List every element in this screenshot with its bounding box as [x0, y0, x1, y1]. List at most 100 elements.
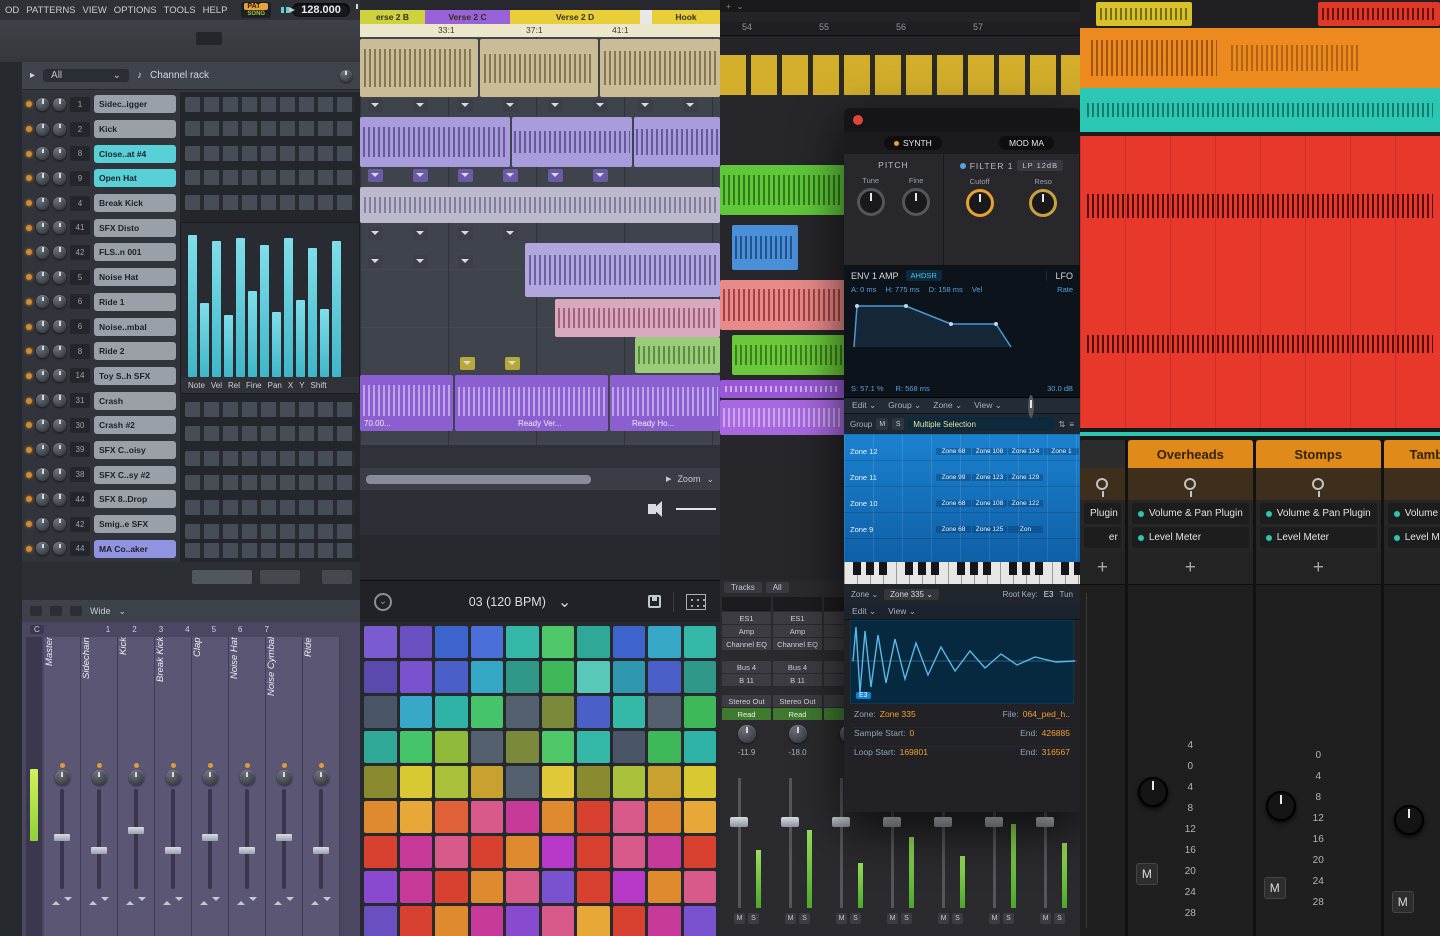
- channel-led[interactable]: [26, 324, 32, 330]
- mixer-track-label[interactable]: Clap: [192, 637, 228, 761]
- graph-target-label[interactable]: Y: [299, 381, 304, 390]
- channel-fader[interactable]: [722, 778, 771, 908]
- clip-pad[interactable]: [400, 836, 433, 868]
- zone-cell[interactable]: Zone 122: [1008, 500, 1043, 507]
- fader-handle[interactable]: [985, 817, 1003, 827]
- chevron-down-icon[interactable]: ⌄: [737, 2, 744, 11]
- clip-pad[interactable]: [400, 661, 433, 693]
- mixer-strip-led[interactable]: [60, 763, 65, 768]
- channel-volume-knob[interactable]: [53, 542, 66, 555]
- mixer-strip[interactable]: Noise Hat: [229, 637, 266, 936]
- zone-cell[interactable]: Zone 125: [972, 526, 1007, 533]
- clip-pad[interactable]: [577, 731, 610, 763]
- channel-pan-knob[interactable]: [36, 493, 49, 506]
- clip-pad[interactable]: [648, 871, 681, 903]
- list-icon[interactable]: ≡: [1069, 420, 1074, 429]
- channel-fader[interactable]: [773, 778, 822, 908]
- channel-name-button[interactable]: Ride 2: [94, 342, 176, 360]
- sample-waveform[interactable]: E3: [850, 620, 1074, 704]
- fader-handle[interactable]: [313, 847, 329, 854]
- clip-pad[interactable]: [471, 836, 504, 868]
- clip-pad[interactable]: [364, 731, 397, 763]
- env-decay-value[interactable]: D: 158 ms: [929, 285, 963, 294]
- clip-pad[interactable]: [613, 661, 646, 693]
- menu-item[interactable]: TOOLS: [164, 5, 196, 16]
- fold-tab-icon[interactable]: [413, 99, 428, 112]
- audio-clip[interactable]: [360, 39, 478, 97]
- channel-led[interactable]: [26, 299, 32, 305]
- channel-name-button[interactable]: Crash: [94, 392, 176, 410]
- mixer-track-label[interactable]: Sidechain: [81, 637, 117, 761]
- fader-handle[interactable]: [54, 834, 70, 841]
- channel-led[interactable]: [26, 200, 32, 206]
- fader-handle[interactable]: [239, 847, 255, 854]
- strip-scroll-arrows[interactable]: [126, 893, 146, 905]
- mixer-fader[interactable]: [192, 789, 228, 889]
- mixer-fader[interactable]: [303, 789, 339, 889]
- clip-pad[interactable]: [613, 766, 646, 798]
- strip-scroll-arrows[interactable]: [274, 893, 294, 905]
- channel-volume-knob[interactable]: [53, 123, 66, 136]
- cutoff-knob[interactable]: [966, 189, 994, 217]
- channel-volume-knob[interactable]: [53, 98, 66, 111]
- clip-pad[interactable]: [435, 906, 468, 936]
- audio-clip[interactable]: [555, 299, 720, 337]
- graph-target-label[interactable]: X: [288, 381, 293, 390]
- clip-pad[interactable]: [471, 731, 504, 763]
- graph-target-label[interactable]: Pan: [268, 381, 282, 390]
- channel-led[interactable]: [26, 398, 32, 404]
- channel-volume-knob[interactable]: [53, 468, 66, 481]
- fold-tab-icon[interactable]: [413, 255, 428, 268]
- channel-name-button[interactable]: SFX C..oisy: [94, 441, 176, 459]
- insert-slot[interactable]: Amp: [722, 625, 771, 637]
- sample-end-value[interactable]: 426885: [1042, 728, 1070, 746]
- mixer-strip[interactable]: Break Kick: [155, 637, 192, 936]
- mixer-corner-cell[interactable]: C: [30, 625, 44, 634]
- horizontal-scrollbar[interactable]: [366, 475, 591, 484]
- zone-cell[interactable]: Zone 68: [936, 526, 971, 533]
- channel-led[interactable]: [26, 472, 32, 478]
- clip-pad[interactable]: [542, 766, 575, 798]
- envelope-graph[interactable]: [851, 297, 1016, 351]
- clip-pad[interactable]: [435, 836, 468, 868]
- clip-pad[interactable]: [400, 801, 433, 833]
- clip-pad[interactable]: [471, 906, 504, 936]
- clip-pad[interactable]: [364, 661, 397, 693]
- fold-tab-icon[interactable]: [413, 169, 428, 182]
- clip-pad[interactable]: [684, 731, 717, 763]
- file-value[interactable]: 064_ped_h..: [1023, 709, 1070, 727]
- pattern-name[interactable]: 03 (120 BPM): [469, 595, 546, 609]
- clip-pad[interactable]: [684, 626, 717, 658]
- mixer-strip-led[interactable]: [319, 763, 324, 768]
- add-device-button[interactable]: +: [1384, 552, 1440, 584]
- strip-scroll-arrows[interactable]: [311, 893, 331, 905]
- fold-tab-icon[interactable]: [548, 99, 563, 112]
- step-cells[interactable]: [185, 402, 355, 417]
- clip-pad[interactable]: [577, 836, 610, 868]
- clip-pad[interactable]: [435, 626, 468, 658]
- channel-volume-knob[interactable]: [53, 345, 66, 358]
- mixer-track-label[interactable]: Ride: [303, 637, 339, 761]
- channel-filter-dropdown[interactable]: All ⌄: [43, 69, 129, 82]
- clip-pad[interactable]: [506, 871, 539, 903]
- power-icon[interactable]: [960, 163, 966, 169]
- step-cells[interactable]: [185, 195, 355, 210]
- velocity-bar[interactable]: [200, 303, 209, 377]
- channel-led[interactable]: [26, 151, 32, 157]
- channel-name-button[interactable]: Noise..mbal: [94, 318, 176, 336]
- fold-tab-icon[interactable]: [503, 227, 518, 240]
- zone-row[interactable]: Zone 12 Zone 68 Zone 108 Zone 124 Zone 1: [844, 438, 1080, 464]
- mixer-pan-knob[interactable]: [203, 770, 218, 785]
- fold-tab-icon[interactable]: [458, 227, 473, 240]
- group-selection-dropdown[interactable]: Multiple Selection: [908, 417, 1054, 431]
- channel-name-button[interactable]: Noise Hat: [94, 268, 176, 286]
- menu-item[interactable]: OPTIONS: [114, 5, 157, 16]
- orange-track[interactable]: [1080, 28, 1440, 88]
- channel-volume-knob[interactable]: [53, 172, 66, 185]
- mixer-track-number[interactable]: 3: [159, 625, 163, 634]
- mixer-strip-led[interactable]: [208, 763, 213, 768]
- clip-pad[interactable]: [577, 661, 610, 693]
- step-cells[interactable]: [185, 121, 355, 136]
- step-cells[interactable]: [185, 475, 355, 490]
- mixer-pan-knob[interactable]: [129, 770, 144, 785]
